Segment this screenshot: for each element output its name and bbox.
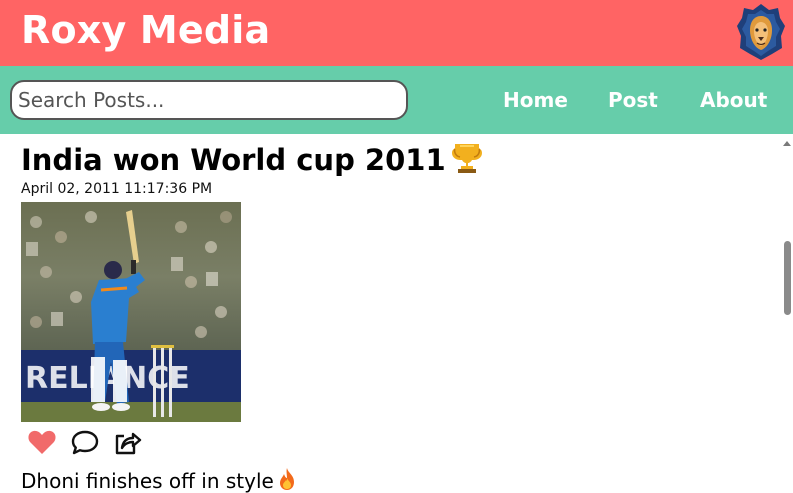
nav-link-home[interactable]: Home	[503, 88, 568, 112]
post-caption-text: Dhoni finishes off in style	[21, 469, 274, 493]
site-brand[interactable]: Roxy Media	[21, 8, 270, 52]
post-title[interactable]: India won World cup 2011	[21, 140, 484, 177]
post-title-text: India won World cup 2011	[21, 143, 446, 177]
trophy-icon	[451, 144, 482, 173]
nav-link-about[interactable]: About	[700, 88, 767, 112]
top-header: Roxy Media	[0, 0, 793, 66]
heart-icon[interactable]	[27, 428, 57, 456]
scroll-thumb[interactable]	[784, 241, 791, 315]
post-date: April 02, 2011 11:17:36 PM	[21, 181, 213, 197]
cricket-batsman-photo[interactable]: RELIANCE	[21, 202, 241, 422]
comment-icon[interactable]	[70, 428, 100, 456]
nav-link-post[interactable]: Post	[608, 88, 658, 112]
post-caption: Dhoni finishes off in style	[21, 467, 298, 493]
nav-bar: Home Post About	[0, 66, 793, 134]
fire-icon	[279, 468, 294, 490]
scroll-up-arrow-icon[interactable]	[783, 141, 791, 146]
lion-logo-icon[interactable]	[736, 2, 786, 62]
feed: India won World cup 2011 April 02, 2011 …	[0, 134, 781, 493]
share-icon[interactable]	[112, 428, 142, 456]
page-scrollbar[interactable]	[781, 134, 793, 493]
search-input[interactable]	[10, 80, 408, 120]
